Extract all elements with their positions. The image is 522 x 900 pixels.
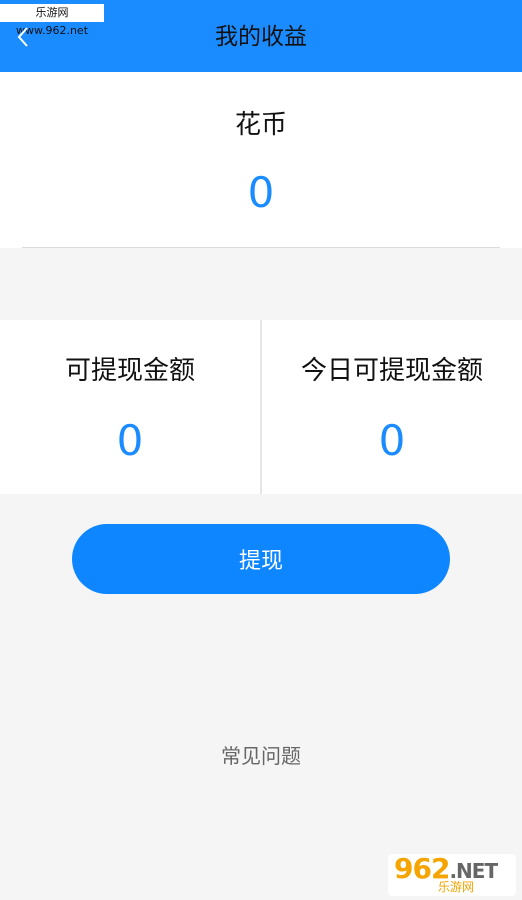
withdrawable-amount-cell: 可提现金额 0	[0, 320, 260, 494]
today-withdrawable-label: 今日可提现金额	[300, 356, 483, 386]
coins-panel: 花币 0	[0, 72, 522, 248]
top-bar: 乐游网 www.962.net 我的收益	[0, 0, 522, 72]
page-title: 我的收益	[215, 24, 307, 50]
faq-link[interactable]: 常见问题	[0, 740, 522, 769]
logo-subtitle: 乐游网	[438, 880, 475, 894]
withdraw-button[interactable]: 提现	[72, 524, 450, 594]
withdrawable-amount-value: 0	[116, 416, 144, 465]
site-logo: 962.NET 乐游网	[388, 852, 516, 896]
amounts-panel: 可提现金额 0 今日可提现金额 0	[0, 320, 522, 494]
divider	[22, 247, 500, 248]
today-withdrawable-cell: 今日可提现金额 0	[260, 320, 522, 494]
today-withdrawable-value: 0	[378, 416, 406, 465]
coins-label: 花币	[234, 110, 287, 140]
withdrawable-amount-label: 可提现金额	[64, 356, 195, 386]
coins-value: 0	[247, 168, 275, 217]
